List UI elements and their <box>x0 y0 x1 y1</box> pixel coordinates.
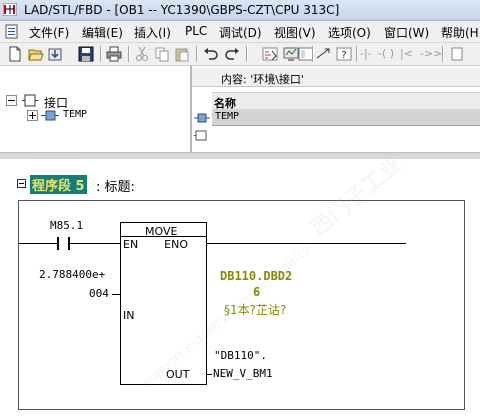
interface-pane: 接口 TEMP 内容: '环境\接口' 名称 TEMP <box>0 66 480 152</box>
menu-debug[interactable]: 调试(D) <box>219 24 262 41</box>
move-block[interactable]: MOVE EN ENO IN OUT <box>120 222 207 385</box>
menu-insert[interactable]: 插入(I) <box>134 24 171 41</box>
compile-icon[interactable] <box>262 46 278 62</box>
pin-out: OUT <box>166 368 190 381</box>
menu-help[interactable]: 帮助(H) <box>441 24 480 41</box>
rung-wire-left <box>19 243 57 244</box>
out-operand-line2[interactable]: NEW_V_BM1 <box>213 367 273 380</box>
details-gutter <box>192 92 212 152</box>
paste-icon[interactable] <box>174 46 190 62</box>
menu-plc[interactable]: PLC <box>185 24 207 38</box>
interface-icon <box>22 94 38 107</box>
menu-file[interactable]: 文件(F) <box>29 24 69 41</box>
branch-close-icon[interactable]: ->> <box>420 47 442 60</box>
tree-child-label[interactable]: TEMP <box>63 109 87 120</box>
expand-icon[interactable] <box>27 110 38 121</box>
copy-icon[interactable] <box>154 46 170 62</box>
new-row-icon[interactable] <box>194 130 208 141</box>
table-row[interactable]: TEMP <box>212 109 480 126</box>
title-bar: LAD/STL/FBD - [OB1 -- YC1390\GBPS-CZT\CP… <box>0 0 480 21</box>
network-editor: 程序段 5 : 标题: M85.1 MOVE EN ENO IN OUT 2.7… <box>0 152 480 419</box>
menu-window[interactable]: 窗口(W) <box>384 24 429 41</box>
svg-text:?: ? <box>341 50 346 61</box>
window-title: LAD/STL/FBD - [OB1 -- YC1390\GBPS-CZT\CP… <box>24 3 340 17</box>
help-icon[interactable]: ? <box>336 46 352 62</box>
contact-operand[interactable]: M85.1 <box>50 219 83 232</box>
rung-wire-to-en <box>70 243 120 244</box>
save-icon[interactable] <box>78 46 94 62</box>
toolbar: ? -|- -( ) |< ->> <box>0 43 480 66</box>
content-path-label: 内容: '环境\接口' <box>221 73 304 86</box>
pin-en: EN <box>123 238 139 251</box>
column-header-name[interactable]: 名称 <box>212 92 480 110</box>
network-collapse-icon[interactable] <box>17 179 26 188</box>
temp-row-icon <box>194 113 210 123</box>
out-operand-line1[interactable]: "DB110". <box>214 349 267 362</box>
interface-tree: 接口 TEMP <box>0 66 192 152</box>
monitor-icon[interactable] <box>283 46 299 62</box>
rung-wire-eno <box>206 243 406 244</box>
db-address[interactable]: DB110.DBD2 <box>220 269 292 283</box>
print-icon[interactable] <box>106 46 122 62</box>
menu-bar: 文件(F) 编辑(E) 插入(I) PLC 调试(D) 视图(V) 选项(O) … <box>0 21 480 43</box>
in-value-line2[interactable]: 004 <box>89 287 109 300</box>
network-icon[interactable] <box>316 46 332 62</box>
content-path-bar: 内容: '环境\接口' <box>192 68 480 87</box>
menu-options[interactable]: 选项(O) <box>328 24 371 41</box>
download-icon[interactable] <box>47 46 63 62</box>
contact-left-bar <box>57 237 59 250</box>
temp-variable-icon <box>41 110 59 121</box>
in-value-line1[interactable]: 2.788400e+ <box>39 268 105 281</box>
branch-open-icon[interactable]: |< <box>400 47 413 60</box>
pin-eno: ENO <box>164 238 188 251</box>
ladder-app-icon <box>3 3 17 16</box>
contact-icon[interactable]: -|- <box>360 47 372 60</box>
network-ladder-area[interactable]: M85.1 MOVE EN ENO IN OUT 2.788400e+ 004 … <box>18 200 465 410</box>
db-value: 6 <box>253 285 261 299</box>
network-title-label[interactable]: : 标题: <box>96 176 135 195</box>
coil-icon[interactable]: -( ) <box>378 47 394 60</box>
box-icon[interactable] <box>449 46 465 62</box>
pin-in: IN <box>123 309 135 322</box>
cut-icon[interactable] <box>134 46 150 62</box>
collapse-icon[interactable] <box>6 95 17 106</box>
row-name-cell: TEMP <box>215 111 240 122</box>
redo-icon[interactable] <box>224 46 240 62</box>
new-icon[interactable] <box>7 46 23 62</box>
db-comment: §1本?芷诂? <box>224 303 287 317</box>
undo-icon[interactable] <box>203 46 219 62</box>
in-wire <box>112 294 120 295</box>
menu-view[interactable]: 视图(V) <box>274 24 316 41</box>
document-icon[interactable] <box>4 24 20 39</box>
open-icon[interactable] <box>28 46 44 62</box>
details-pane: 内容: '环境\接口' 名称 TEMP <box>192 66 480 152</box>
network-number[interactable]: 程序段 5 <box>30 175 87 194</box>
out-wire <box>206 374 212 375</box>
menu-edit[interactable]: 编辑(E) <box>82 24 123 41</box>
